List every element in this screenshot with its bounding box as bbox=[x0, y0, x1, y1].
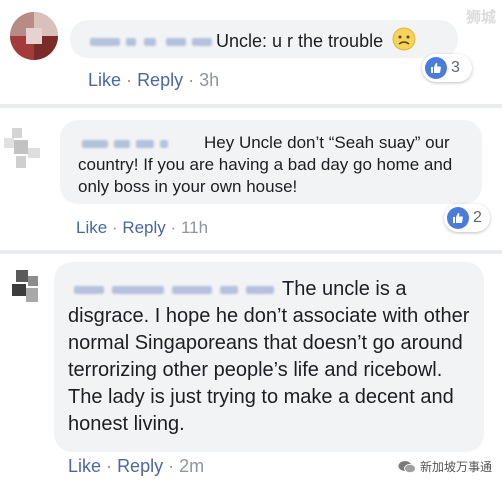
watermark-top: 狮城 bbox=[465, 9, 496, 26]
comment-3: The uncle is a disgrace. I hope he don’t… bbox=[0, 254, 502, 491]
like-reaction-icon bbox=[425, 57, 447, 79]
comment-bubble: Uncle: u r the trouble bbox=[70, 20, 458, 58]
comment-2: Hey Uncle don’t “Seah suay” our country!… bbox=[0, 108, 502, 244]
watermark-bottom: 新加坡万事通 bbox=[398, 458, 492, 475]
like-link[interactable]: Like bbox=[88, 70, 121, 90]
comment-actions: Like · Reply · 3h bbox=[88, 70, 220, 90]
commenter-name-redacted[interactable] bbox=[78, 137, 202, 151]
wechat-icon bbox=[398, 460, 416, 474]
comment-text: The uncle is a disgrace. I hope he don’t… bbox=[68, 278, 470, 435]
comment-bubble: The uncle is a disgrace. I hope he don’t… bbox=[54, 262, 484, 452]
avatar[interactable] bbox=[10, 12, 58, 60]
reaction-count[interactable]: 2 bbox=[444, 204, 490, 232]
reply-link[interactable]: Reply bbox=[122, 218, 165, 237]
watermark-bottom-text: 新加坡万事通 bbox=[419, 460, 492, 474]
reaction-count-number: 3 bbox=[451, 59, 460, 76]
like-reaction-icon bbox=[447, 207, 469, 229]
timestamp[interactable]: 2m bbox=[179, 456, 204, 476]
commenter-name-redacted[interactable] bbox=[86, 35, 214, 49]
slightly-frowning-face-icon bbox=[392, 27, 416, 57]
comment-actions: Like · Reply · 2m bbox=[68, 456, 205, 476]
timestamp[interactable]: 3h bbox=[199, 70, 219, 90]
reaction-count-number: 2 bbox=[473, 209, 482, 226]
avatar[interactable] bbox=[4, 128, 44, 172]
comment-actions: Like · Reply · 11h bbox=[76, 218, 209, 237]
like-link[interactable]: Like bbox=[76, 218, 107, 237]
reaction-count[interactable]: 3 bbox=[422, 54, 472, 82]
timestamp[interactable]: 11h bbox=[181, 218, 208, 237]
reply-link[interactable]: Reply bbox=[137, 70, 183, 90]
avatar[interactable] bbox=[10, 268, 44, 308]
reply-link[interactable]: Reply bbox=[117, 456, 163, 476]
commenter-name-redacted[interactable] bbox=[68, 283, 280, 297]
comment-text: Uncle: u r the trouble bbox=[216, 30, 384, 51]
comment-bubble: Hey Uncle don’t “Seah suay” our country!… bbox=[60, 120, 482, 204]
comment-1: Uncle: u r the trouble 3 Like · Reply · … bbox=[0, 0, 502, 104]
like-link[interactable]: Like bbox=[68, 456, 101, 476]
